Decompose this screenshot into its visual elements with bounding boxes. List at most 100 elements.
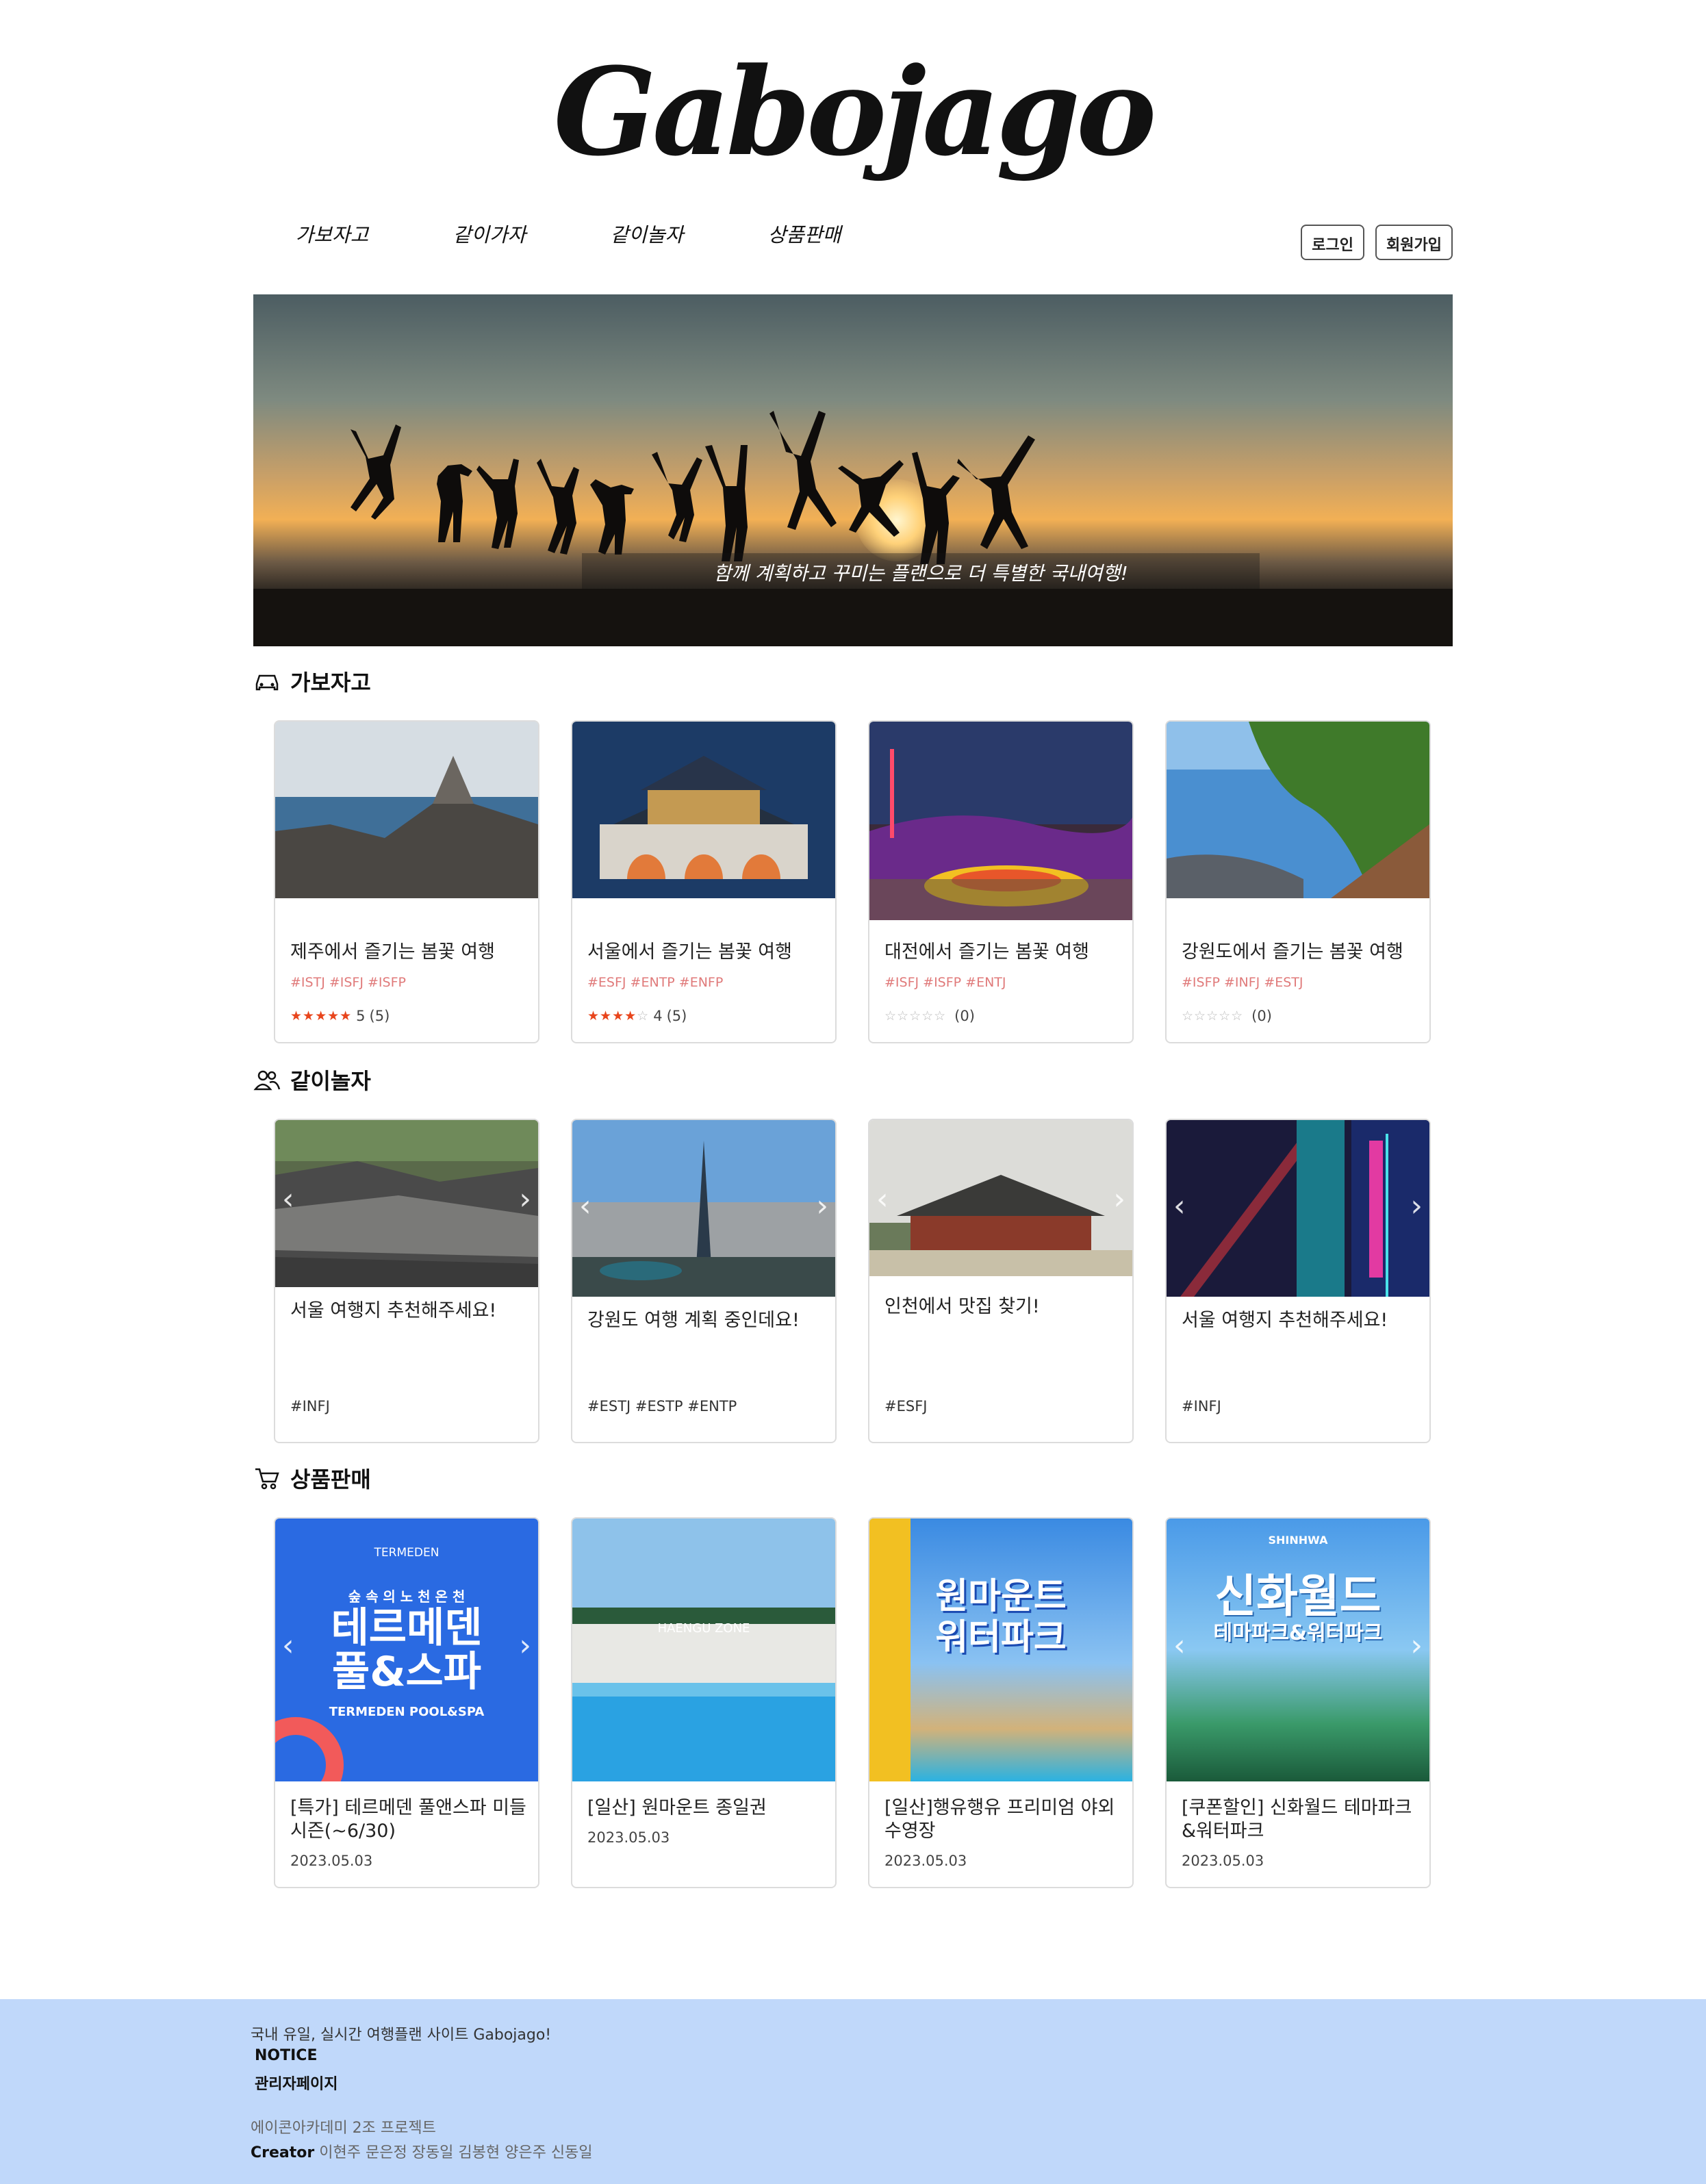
card-title: [일산] 원마운트 종일권 xyxy=(587,1797,767,1818)
rating-value: 5 xyxy=(356,1008,366,1024)
creator-label: Creator xyxy=(251,2144,315,2161)
shop-card[interactable]: HAENGU ZONE [일산] 원마운트 종일권 2023.05.03 xyxy=(571,1517,837,1888)
hero-caption: 함께 계획하고 꾸미는 플랜으로 더 특별한 국내여행! xyxy=(713,562,1128,585)
palace-building-image xyxy=(869,1120,1132,1276)
carousel-next-icon[interactable]: › xyxy=(1113,1182,1125,1217)
carousel-prev-icon[interactable]: ‹ xyxy=(1173,1189,1186,1223)
card-rating: ☆☆☆☆☆ (0) xyxy=(1182,1008,1272,1024)
banner-subtitle: 테마파크&워터파크 xyxy=(1213,1621,1383,1645)
travel-card[interactable]: 서울에서 즐기는 봄꽃 여행 #ESFJ #ENTP #ENFP ★★★★☆ 4… xyxy=(571,720,837,1043)
card-title: 인천에서 맛집 찾기! xyxy=(884,1296,1040,1317)
rating-count: (0) xyxy=(954,1008,975,1024)
card-tags: #ESFJ xyxy=(884,1398,928,1414)
banner-english: TERMEDEN POOL&SPA xyxy=(329,1705,485,1719)
travel-card[interactable]: 제주에서 즐기는 봄꽃 여행 #ISTJ #ISFJ #ISFP ★★★★★ 5… xyxy=(274,720,539,1043)
footer-project: 에이콘아카데미 2조 프로젝트 xyxy=(251,2120,436,2137)
travel-cards: 제주에서 즐기는 봄꽃 여행 #ISTJ #ISFJ #ISFP ★★★★★ 5… xyxy=(274,720,1431,1043)
nav-item-shop[interactable]: 상품판매 xyxy=(726,219,883,248)
section-title-play: 같이놀자 xyxy=(253,1064,371,1095)
play-card[interactable]: ‹ › 서울 여행지 추천해주세요! #INFJ xyxy=(274,1119,539,1443)
card-rating: ★★★★☆ 4 (5) xyxy=(587,1008,687,1024)
auth-buttons: 로그인 회원가입 xyxy=(1301,225,1453,260)
carousel-next-icon[interactable]: › xyxy=(519,1182,531,1217)
shop-card[interactable]: 원마운트 워터파크 [일산]행유행유 프리미엄 야외 수영장 2023.05.0… xyxy=(868,1517,1134,1888)
section-title-shop: 상품판매 xyxy=(253,1462,371,1494)
card-tags: #INFJ xyxy=(290,1398,330,1414)
card-rating: ★★★★★ 5 (5) xyxy=(290,1008,390,1024)
card-date: 2023.05.03 xyxy=(884,1853,967,1869)
card-title: 서울 여행지 추천해주세요! xyxy=(290,1300,497,1321)
signup-button[interactable]: 회원가입 xyxy=(1375,225,1453,260)
gyeongbokgung-gate-image xyxy=(572,722,835,898)
rating-count: (0) xyxy=(1251,1008,1272,1024)
travel-card[interactable]: 대전에서 즐기는 봄꽃 여행 #ISFJ #ISFP #ENTJ ☆☆☆☆☆ (… xyxy=(868,720,1134,1043)
people-icon xyxy=(253,1070,281,1091)
outdoor-pool-image xyxy=(572,1519,835,1781)
carousel-next-icon[interactable]: › xyxy=(519,1628,531,1663)
carousel-prev-icon[interactable]: ‹ xyxy=(282,1182,294,1217)
rating-count: (5) xyxy=(666,1008,687,1024)
rating-value: 4 xyxy=(653,1008,663,1024)
carousel-next-icon[interactable]: › xyxy=(1410,1628,1423,1663)
swim-ring xyxy=(275,1717,344,1781)
neon-stairs-image xyxy=(1167,1120,1429,1297)
carousel-next-icon[interactable]: › xyxy=(1410,1189,1423,1223)
section-title-text: 같이놀자 xyxy=(290,1068,371,1094)
card-tags: #ESFJ #ENTP #ENFP xyxy=(587,975,724,990)
lotte-tower-city-image xyxy=(572,1120,835,1297)
daejeon-night-festival-image xyxy=(869,722,1132,920)
card-date: 2023.05.03 xyxy=(587,1829,670,1846)
rating-stars: ☆☆☆☆☆ xyxy=(1182,1008,1244,1024)
nav-item-gachigaja[interactable]: 같이가자 xyxy=(411,219,568,248)
site-logo[interactable]: Gabojago xyxy=(0,41,1706,183)
card-tags: #ISFP #INFJ #ESTJ xyxy=(1182,975,1303,990)
card-title: 제주에서 즐기는 봄꽃 여행 xyxy=(290,941,495,963)
shop-card[interactable]: SHINHWA 신화월드 테마파크&워터파크 ‹ › [쿠폰할인] 신화월드 테… xyxy=(1165,1517,1431,1888)
footer-admin-link[interactable]: 관리자페이지 xyxy=(255,2072,338,2094)
jeju-coast-image xyxy=(275,722,538,898)
footer-slogan: 국내 유일, 실시간 여행플랜 사이트 Gabojago! xyxy=(251,2027,552,2044)
banner-title: 원마운트 워터파크 xyxy=(935,1576,1067,1658)
login-button[interactable]: 로그인 xyxy=(1301,225,1365,260)
carousel-next-icon[interactable]: › xyxy=(816,1189,828,1223)
card-title: 서울 여행지 추천해주세요! xyxy=(1182,1310,1388,1331)
banner-title: 테르메덴 풀&스파 xyxy=(331,1604,483,1696)
carousel-prev-icon[interactable]: ‹ xyxy=(579,1189,591,1223)
carousel-prev-icon[interactable]: ‹ xyxy=(282,1628,294,1663)
cart-icon xyxy=(255,1468,279,1490)
section-title-text: 상품판매 xyxy=(290,1466,371,1493)
carousel-prev-icon[interactable]: ‹ xyxy=(1173,1628,1186,1663)
creator-names: 이현주 문은정 장동일 김봉현 양은주 신동일 xyxy=(319,2144,593,2161)
banner-subtitle: 숲 속 의 노 천 온 천 xyxy=(348,1588,466,1605)
termeden-banner: TERMEDEN 숲 속 의 노 천 온 천 테르메덴 풀&스파 TERMEDE… xyxy=(275,1519,538,1781)
car-icon xyxy=(255,674,279,691)
banner-brand: SHINHWA xyxy=(1268,1534,1328,1547)
travel-card[interactable]: 강원도에서 즐기는 봄꽃 여행 #ISFP #INFJ #ESTJ ☆☆☆☆☆ … xyxy=(1165,720,1431,1043)
card-date: 2023.05.03 xyxy=(290,1853,373,1869)
card-date: 2023.05.03 xyxy=(1182,1853,1264,1869)
waterslide xyxy=(869,1519,911,1781)
onemount-waterpark-banner: 원마운트 워터파크 xyxy=(869,1519,1132,1781)
play-card[interactable]: ‹ › 강원도 여행 계획 중인데요! #ESTJ #ESTP #ENTP xyxy=(571,1119,837,1443)
rating-stars: ★★★★★ xyxy=(290,1008,353,1024)
card-tags: #INFJ xyxy=(1182,1398,1221,1414)
shop-card[interactable]: TERMEDEN 숲 속 의 노 천 온 천 테르메덴 풀&스파 TERMEDE… xyxy=(274,1517,539,1888)
play-cards: ‹ › 서울 여행지 추천해주세요! #INFJ ‹ › 강원도 여행 계획 중… xyxy=(274,1119,1431,1443)
rating-count: (5) xyxy=(369,1008,390,1024)
card-title: [특가] 테르메덴 풀앤스파 미들 시즌(~6/30) xyxy=(290,1797,526,1842)
play-card[interactable]: ‹ › 서울 여행지 추천해주세요! #INFJ xyxy=(1165,1119,1431,1443)
play-card[interactable]: ‹ › 인천에서 맛집 찾기! #ESFJ xyxy=(868,1119,1134,1443)
gangwon-coast-image xyxy=(1167,722,1429,898)
card-title: 강원도에서 즐기는 봄꽃 여행 xyxy=(1182,941,1403,963)
carousel-prev-icon[interactable]: ‹ xyxy=(876,1182,889,1217)
card-title: 대전에서 즐기는 봄꽃 여행 xyxy=(884,941,1089,963)
shinhwa-world-banner: SHINHWA 신화월드 테마파크&워터파크 xyxy=(1167,1519,1429,1781)
nav-item-gabojago[interactable]: 가보자고 xyxy=(253,219,411,248)
section-title-travel: 가보자고 xyxy=(253,665,371,697)
card-rating: ☆☆☆☆☆ (0) xyxy=(884,1008,975,1024)
card-title: 서울에서 즐기는 봄꽃 여행 xyxy=(587,941,792,963)
card-title: [일산]행유행유 프리미엄 야외 수영장 xyxy=(884,1797,1115,1842)
nav-item-gachinolja[interactable]: 같이놀자 xyxy=(568,219,726,248)
footer-notice-link[interactable]: NOTICE xyxy=(255,2047,317,2064)
hanok-rooftops-image xyxy=(275,1120,538,1287)
